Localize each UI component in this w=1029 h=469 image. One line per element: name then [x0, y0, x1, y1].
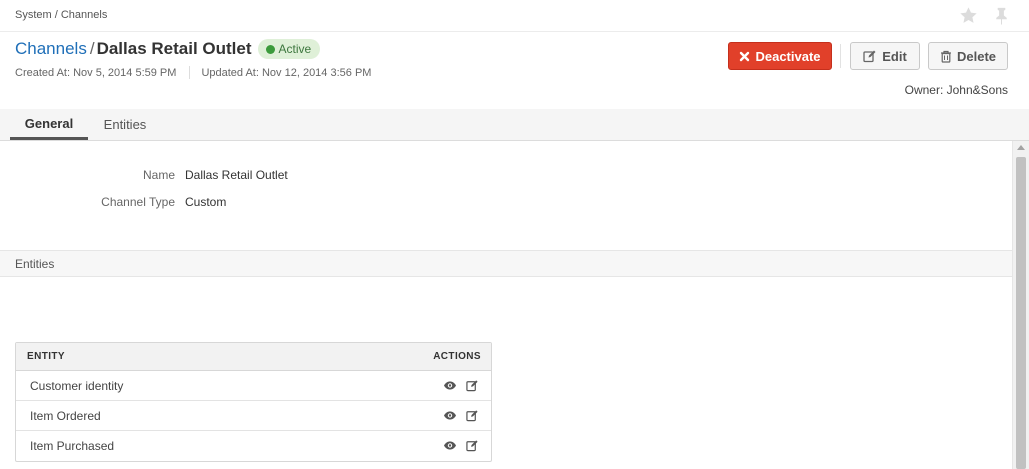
eye-icon[interactable] [443, 409, 457, 422]
breadcrumb: System / Channels [15, 9, 108, 21]
eye-icon[interactable] [443, 379, 457, 392]
meta-divider [189, 66, 191, 79]
status-dot-icon [265, 44, 275, 54]
table-row: Item Ordered [16, 401, 491, 431]
channel-type-value: Custom [185, 195, 227, 209]
scroll-up-arrow-icon[interactable] [1017, 145, 1025, 150]
tab-entities[interactable]: Entities [92, 109, 158, 140]
button-divider [840, 44, 841, 68]
delete-button[interactable]: Delete [928, 42, 1008, 70]
updated-at: Updated At: Nov 12, 2014 3:56 PM [201, 66, 372, 79]
row-actions [443, 439, 479, 452]
row-actions [443, 379, 479, 392]
channel-name-heading: Dallas Retail Outlet [96, 39, 252, 58]
eye-icon[interactable] [443, 439, 457, 452]
delete-label: Delete [956, 48, 997, 64]
table-row: Item Purchased [16, 431, 491, 461]
status-label: Active [278, 42, 312, 56]
entity-name: Customer identity [30, 379, 124, 393]
column-header-actions: ACTIONS [433, 351, 481, 362]
pencil-square-icon[interactable] [466, 439, 479, 452]
deactivate-label: Deactivate [755, 48, 821, 64]
entities-grid: ENTITY ACTIONS Customer identity Item Or… [15, 342, 492, 462]
scroll-thumb[interactable] [1016, 157, 1026, 469]
tab-general[interactable]: General [10, 109, 88, 140]
vertical-scrollbar[interactable] [1012, 141, 1029, 469]
row-actions [443, 409, 479, 422]
grid-header: ENTITY ACTIONS [16, 343, 491, 371]
entity-name: Item Ordered [30, 409, 101, 423]
pencil-square-icon[interactable] [466, 409, 479, 422]
pin-icon[interactable] [992, 6, 1011, 25]
star-icon[interactable] [959, 6, 978, 25]
name-value: Dallas Retail Outlet [185, 168, 288, 182]
edit-label: Edit [882, 48, 907, 64]
column-header-entity[interactable]: ENTITY [27, 351, 65, 362]
entity-name: Item Purchased [30, 439, 115, 453]
title-separator: / [89, 39, 95, 58]
status-badge: Active [257, 39, 321, 59]
deactivate-button[interactable]: Deactivate [728, 42, 832, 70]
pencil-square-icon[interactable] [466, 379, 479, 392]
timestamps: Created At: Nov 5, 2014 5:59 PM Updated … [15, 66, 371, 79]
top-bar: System / Channels [0, 0, 1029, 32]
entities-section-title: Entities [15, 257, 55, 271]
created-at: Created At: Nov 5, 2014 5:59 PM [15, 66, 177, 79]
channels-link[interactable]: Channels [15, 39, 87, 59]
pencil-square-icon [863, 50, 876, 63]
entities-section-header: Entities [0, 250, 1012, 277]
top-icons [959, 6, 1011, 25]
owner-info: Owner: John&Sons [904, 83, 1008, 97]
tab-bar: General Entities [0, 109, 1029, 141]
table-row: Customer identity [16, 371, 491, 401]
channel-view-page: System / Channels Channels / Dallas Reta… [0, 0, 1029, 469]
channel-type-label: Channel Type [101, 195, 175, 209]
close-icon [740, 51, 750, 61]
name-label: Name [142, 168, 175, 182]
page-title: Channels / Dallas Retail Outlet Active [15, 39, 321, 59]
trash-icon [940, 50, 951, 63]
edit-button[interactable]: Edit [850, 42, 920, 70]
